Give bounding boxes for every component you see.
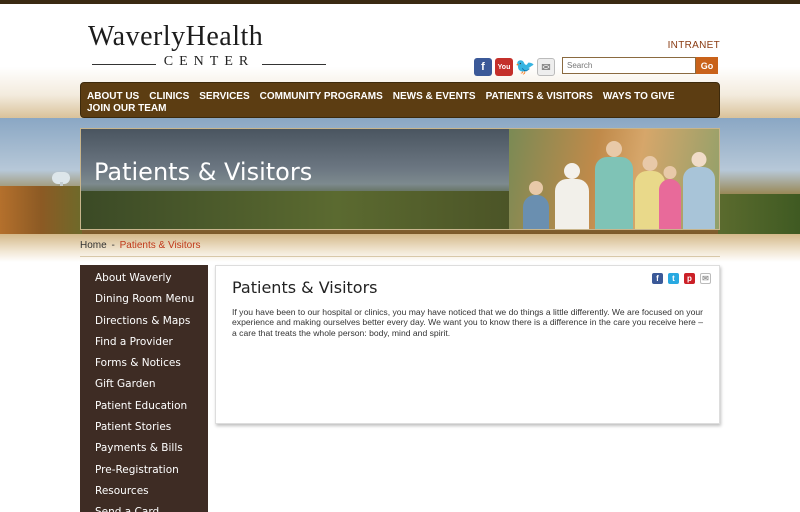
facebook-icon[interactable]: f xyxy=(474,58,492,76)
breadcrumb: Home - Patients & Visitors xyxy=(80,240,201,251)
twitter-icon[interactable]: t xyxy=(668,273,679,284)
sidebar-item-gift-garden[interactable]: Gift Garden xyxy=(80,374,208,395)
nav-community-programs[interactable]: COMMUNITY PROGRAMS xyxy=(260,91,383,103)
breadcrumb-home-link[interactable]: Home xyxy=(80,240,107,251)
logo-rule-right xyxy=(262,64,326,65)
sidebar-item-payments-bills[interactable]: Payments & Bills xyxy=(80,438,208,459)
sidebar-nav: About Waverly Dining Room Menu Direction… xyxy=(80,265,208,512)
breadcrumb-separator: - xyxy=(111,240,115,251)
nav-clinics[interactable]: CLINICS xyxy=(149,91,189,103)
sidebar-item-directions-maps[interactable]: Directions & Maps xyxy=(80,311,208,332)
search-input[interactable] xyxy=(562,57,696,74)
family-photo xyxy=(509,129,719,229)
email-icon[interactable]: ✉ xyxy=(537,58,555,76)
family-member xyxy=(683,152,715,229)
logo-wordmark: WaverlyHealth xyxy=(88,21,264,52)
main-content-panel: f t p ✉ Patients & Visitors If you have … xyxy=(215,265,720,424)
nav-news-events[interactable]: NEWS & EVENTS xyxy=(393,91,476,103)
family-member xyxy=(555,163,589,229)
logo-subtitle-text: CENTER xyxy=(163,54,255,69)
social-links: f You 🐦 ✉ xyxy=(474,58,555,76)
sidebar-item-dining-room-menu[interactable]: Dining Room Menu xyxy=(80,289,208,310)
search-form: Go xyxy=(562,57,718,74)
nav-join-our-team[interactable]: JOIN OUR TEAM xyxy=(87,103,166,115)
intranet-link[interactable]: INTRANET xyxy=(668,40,720,51)
intro-paragraph: If you have been to our hospital or clin… xyxy=(232,307,704,338)
family-member xyxy=(659,166,681,229)
nav-patients-visitors[interactable]: PATIENTS & VISITORS xyxy=(486,91,593,103)
sidebar-item-pre-registration[interactable]: Pre-Registration xyxy=(80,460,208,481)
sidebar-item-find-a-provider[interactable]: Find a Provider xyxy=(80,332,208,353)
sidebar-item-resources[interactable]: Resources xyxy=(80,481,208,502)
family-member xyxy=(595,141,633,229)
pinterest-icon[interactable]: p xyxy=(684,273,695,284)
youtube-icon[interactable]: You xyxy=(495,58,513,76)
family-member xyxy=(523,181,549,229)
nav-services[interactable]: SERVICES xyxy=(199,91,249,103)
twitter-icon[interactable]: 🐦 xyxy=(515,58,535,76)
nav-ways-to-give[interactable]: WAYS TO GIVE xyxy=(603,91,675,103)
logo-subtitle: CENTER xyxy=(88,54,330,74)
sidebar-item-send-a-card[interactable]: Send a Card xyxy=(80,502,208,512)
sidebar-item-forms-notices[interactable]: Forms & Notices xyxy=(80,353,208,374)
share-links: f t p ✉ xyxy=(652,273,711,284)
search-go-button[interactable]: Go xyxy=(696,57,718,74)
site-logo[interactable]: WaverlyHealth CENTER xyxy=(88,22,330,74)
facebook-icon[interactable]: f xyxy=(652,273,663,284)
email-icon[interactable]: ✉ xyxy=(700,273,711,284)
breadcrumb-current: Patients & Visitors xyxy=(119,240,201,251)
page-title: Patients & Visitors xyxy=(232,278,378,297)
breadcrumb-divider xyxy=(80,256,720,257)
main-nav: ABOUT US CLINICS SERVICES COMMUNITY PROG… xyxy=(80,82,720,118)
autumn-trees-left xyxy=(0,186,82,234)
sidebar-item-about-waverly[interactable]: About Waverly xyxy=(80,268,208,289)
trees-right xyxy=(718,194,800,234)
hero-title: Patients & Visitors xyxy=(94,158,313,186)
nav-about-us[interactable]: ABOUT US xyxy=(87,91,139,103)
sidebar-item-patient-education[interactable]: Patient Education xyxy=(80,396,208,417)
sidebar-item-patient-stories[interactable]: Patient Stories xyxy=(80,417,208,438)
